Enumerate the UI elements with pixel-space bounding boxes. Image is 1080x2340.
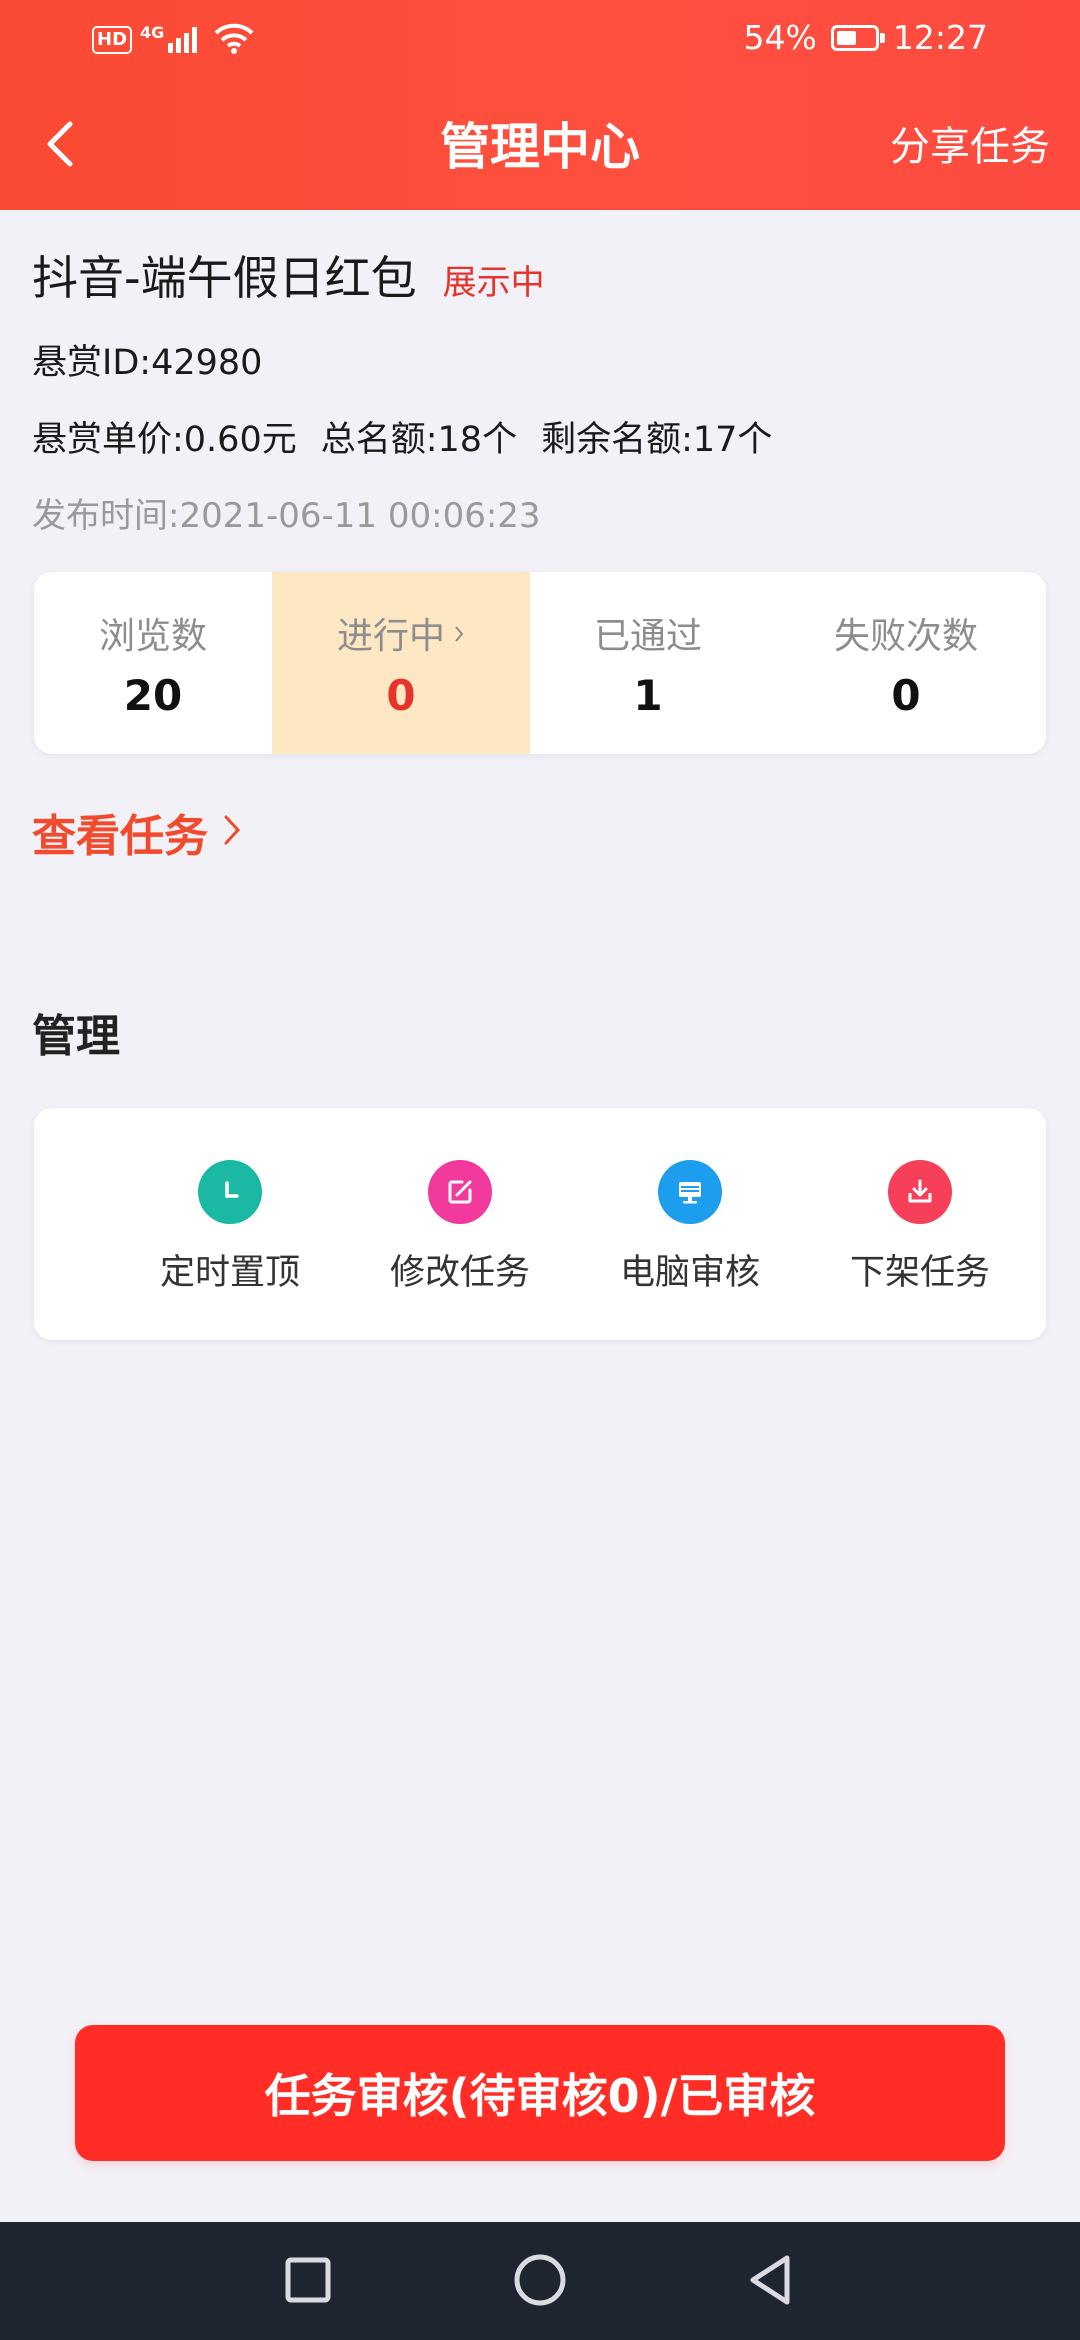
stat-value: 0 — [386, 670, 416, 720]
stat-label: 进行中 — [336, 615, 445, 657]
schedule-top-button[interactable]: 定时置顶 — [130, 1160, 330, 1295]
task-review-button[interactable]: 任务审核(待审核0)/已审核 — [75, 2025, 1005, 2161]
status-right: 54% 12:27 — [744, 18, 988, 57]
quota-line: 悬赏单价:0.60元 总名额:18个 剩余名额:17个 — [32, 411, 1048, 462]
manage-card: 定时置顶 修改任务 电脑审核 下架任务 — [34, 1108, 1046, 1340]
edit-icon — [428, 1160, 492, 1224]
task-title-row: 抖音-端午假日红包 展示中 — [32, 242, 1048, 308]
manage-label: 下架任务 — [849, 1253, 990, 1293]
header: HD 4G 54% 12:27 管理中心 分享任务 — [0, 0, 1080, 210]
task-info: 抖音-端午假日红包 展示中 悬赏ID:42980 悬赏单价:0.60元 总名额:1… — [32, 210, 1048, 537]
view-tasks-link[interactable]: 查看任务 — [32, 800, 242, 864]
stats-card: 浏览数 20 进行中 0 已通过 1 失败次数 0 — [34, 572, 1046, 754]
status-bar: HD 4G 54% 12:27 — [0, 0, 1080, 84]
unit-price: 悬赏单价:0.60元 — [32, 420, 297, 460]
view-tasks-label: 查看任务 — [32, 811, 208, 862]
stat-ongoing[interactable]: 进行中 0 — [272, 572, 530, 754]
computer-icon — [658, 1160, 722, 1224]
network-icon: 4G — [140, 25, 206, 55]
stat-passed: 已通过 1 — [530, 572, 766, 754]
stat-value: 1 — [633, 670, 663, 720]
network-label: 4G — [140, 23, 165, 42]
manage-label: 修改任务 — [389, 1253, 530, 1293]
battery-icon — [830, 24, 885, 51]
pc-review-button[interactable]: 电脑审核 — [590, 1160, 790, 1295]
system-nav-bar — [0, 2222, 1080, 2340]
manage-label: 定时置顶 — [159, 1253, 300, 1293]
status-badge: 展示中 — [442, 263, 545, 303]
clock: 12:27 — [892, 18, 988, 57]
share-task-button[interactable]: 分享任务 — [890, 102, 1050, 192]
triangle-back-icon — [745, 2252, 795, 2312]
manage-section-title: 管理 — [32, 1011, 120, 1062]
stat-value: 0 — [891, 670, 921, 720]
stat-views: 浏览数 20 — [34, 572, 272, 754]
circle-icon — [512, 2252, 568, 2312]
download-icon — [888, 1160, 952, 1224]
battery-percent: 54% — [743, 18, 817, 57]
battery-fill — [836, 30, 856, 45]
stat-label: 已通过 — [593, 615, 702, 657]
square-icon — [283, 2255, 333, 2309]
stat-label: 浏览数 — [98, 615, 207, 657]
chevron-right-icon — [453, 612, 465, 653]
clock-icon — [198, 1160, 262, 1224]
publish-time: 发布时间:2021-06-11 00:06:23 — [32, 496, 541, 536]
manage-label: 电脑审核 — [619, 1253, 760, 1293]
total-quota: 总名额:18个 — [320, 420, 518, 460]
status-left: HD 4G — [92, 22, 254, 58]
nav-bar: 管理中心 分享任务 — [0, 84, 1080, 210]
recent-apps-button[interactable] — [278, 2252, 338, 2312]
wifi-icon — [214, 22, 254, 58]
task-title: 抖音-端午假日红包 — [32, 251, 417, 305]
delist-task-button[interactable]: 下架任务 — [820, 1160, 1020, 1295]
stat-label-row: 进行中 — [337, 607, 465, 659]
stat-failed: 失败次数 0 — [766, 572, 1046, 754]
stat-value: 20 — [123, 670, 183, 720]
edit-task-button[interactable]: 修改任务 — [360, 1160, 560, 1295]
reward-id: 悬赏ID:42980 — [32, 343, 263, 383]
remaining-quota: 剩余名额:17个 — [541, 420, 773, 460]
stat-label: 失败次数 — [833, 615, 978, 657]
hd-badge: HD — [92, 26, 133, 54]
chevron-right-icon — [222, 807, 242, 858]
home-button[interactable] — [510, 2252, 570, 2312]
back-nav-button[interactable] — [740, 2252, 800, 2312]
